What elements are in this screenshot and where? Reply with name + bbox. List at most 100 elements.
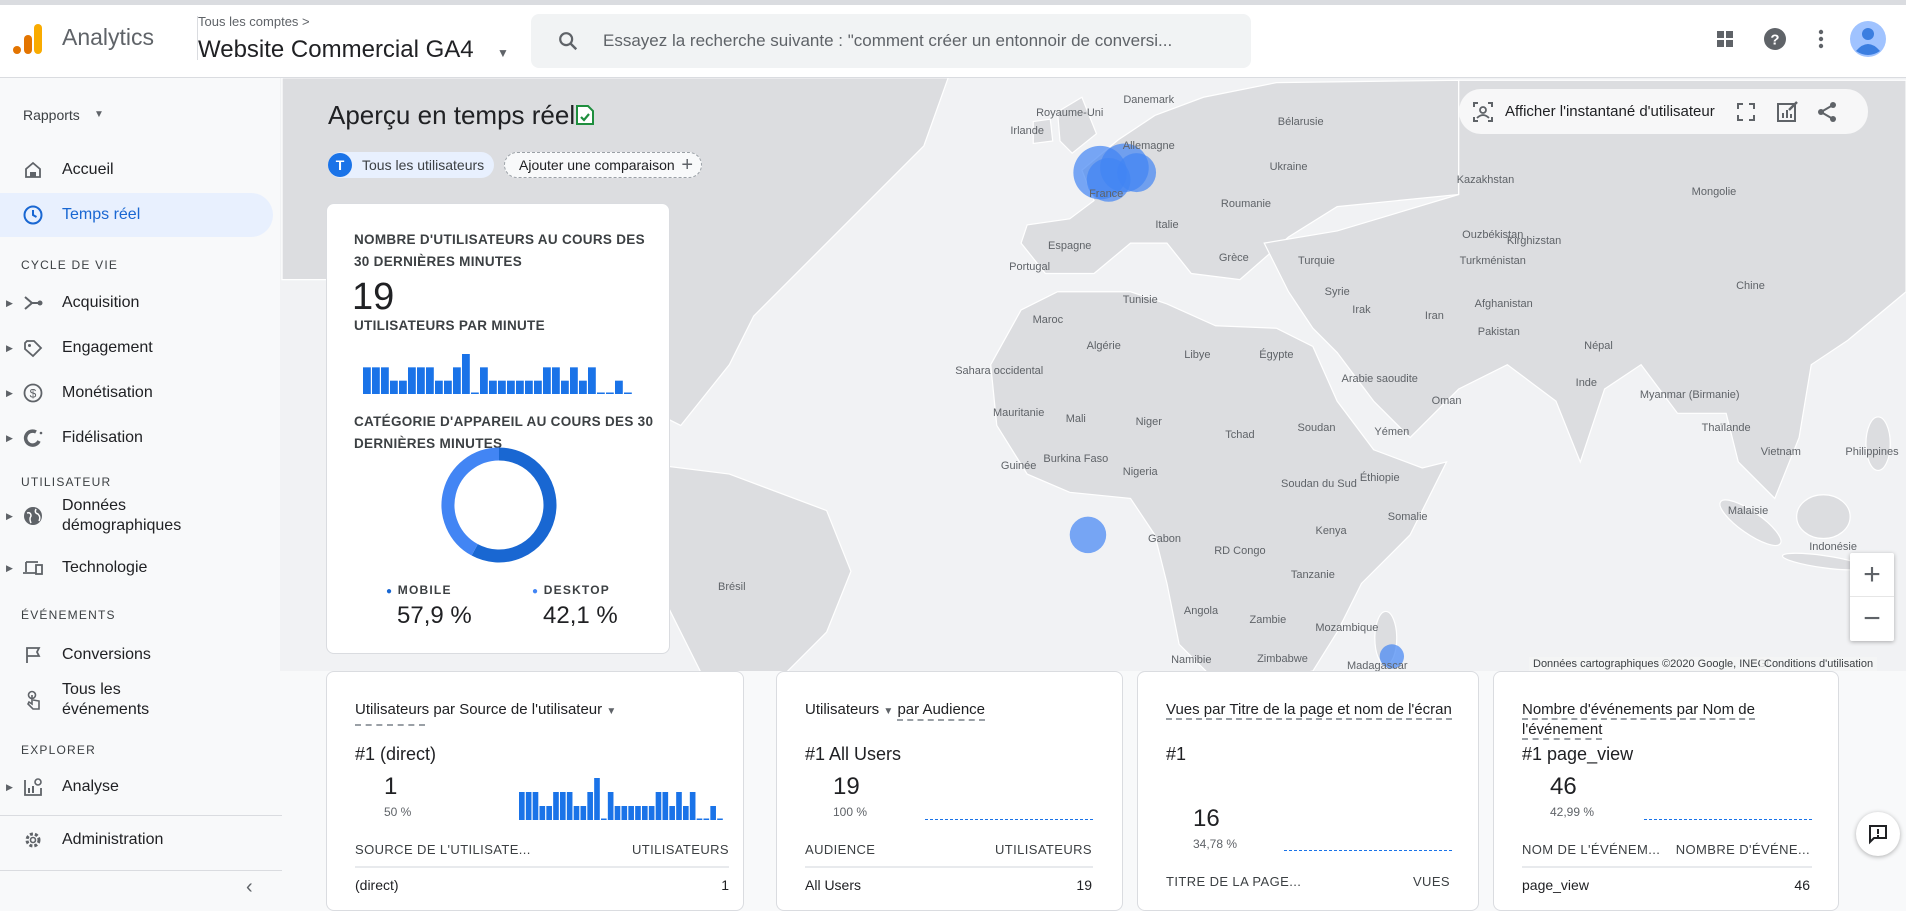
sidebar-item-monetisation[interactable]: ▶ $ Monétisation (0, 371, 273, 415)
users-per-minute-chart[interactable] (363, 354, 633, 394)
users-per-minute-bar[interactable] (588, 367, 596, 394)
share-icon[interactable] (1815, 100, 1839, 124)
col-header-views[interactable]: VUES (1413, 874, 1450, 889)
users-per-minute-bar[interactable] (426, 367, 434, 394)
account-breadcrumb[interactable]: Tous les comptes > (198, 14, 310, 29)
sidebar-item-acquisition[interactable]: ▶ Acquisition (0, 281, 273, 325)
search-bar[interactable] (531, 14, 1251, 68)
users-per-minute-bar[interactable] (507, 380, 515, 394)
users-per-minute-bar[interactable] (607, 792, 614, 820)
users-per-minute-bar[interactable] (628, 806, 634, 820)
col-header-users[interactable]: UTILISATEURS (995, 842, 1092, 857)
users-per-minute-bar[interactable] (710, 806, 716, 820)
customize-report-icon[interactable] (1775, 100, 1799, 124)
card-title[interactable]: Nombre d'événements par Nom de l'événeme… (1522, 700, 1812, 740)
users-per-minute-bar[interactable] (539, 806, 546, 820)
users-per-minute-bar[interactable] (573, 806, 580, 820)
users-per-minute-bar[interactable] (498, 380, 506, 394)
user-snapshot-icon[interactable] (1471, 100, 1495, 124)
users-per-minute-bar[interactable] (363, 367, 371, 394)
users-per-minute-bar[interactable] (435, 380, 443, 394)
sidebar-item-conversions[interactable]: Conversions (0, 633, 273, 677)
zoom-in-button[interactable]: + (1850, 553, 1894, 597)
users-per-minute-bar[interactable] (471, 392, 479, 395)
users-per-minute-bar[interactable] (624, 392, 632, 395)
users-per-minute-bar[interactable] (597, 392, 605, 395)
reports-dropdown[interactable]: Rapports (23, 107, 80, 123)
users-per-minute-bar[interactable] (655, 792, 662, 820)
users-per-minute-bar[interactable] (683, 806, 689, 820)
add-comparison-button[interactable]: Ajouter une comparaison + (504, 152, 702, 178)
sidebar-item-technologie[interactable]: ▶ Technologie (0, 546, 273, 590)
expand-arrow-icon[interactable]: ▶ (6, 343, 13, 354)
expand-arrow-icon[interactable]: ▶ (6, 782, 13, 793)
sidebar-item-administration[interactable]: Administration (0, 818, 273, 862)
users-per-minute-bar[interactable] (552, 367, 560, 394)
col-header-users[interactable]: UTILISATEURS (632, 842, 729, 857)
verified-report-icon[interactable] (575, 104, 595, 126)
card-title[interactable]: Vues par Titre de la page et nom de l'éc… (1166, 700, 1456, 720)
users-per-minute-bar[interactable] (489, 380, 497, 394)
feedback-button[interactable] (1856, 812, 1900, 856)
users-per-minute-bar[interactable] (408, 367, 416, 394)
users-per-minute-bar[interactable] (606, 392, 614, 395)
sidebar-item-temps-reel[interactable]: Temps réel (0, 193, 273, 237)
sidebar-item-tous-les-evenements[interactable]: Tous les événements (0, 675, 273, 725)
users-per-minute-bar[interactable] (543, 367, 551, 394)
users-per-minute-bar[interactable] (444, 380, 452, 394)
caret-down-icon[interactable]: ▼ (497, 46, 509, 60)
users-per-minute-bar[interactable] (570, 367, 578, 394)
users-per-minute-bar[interactable] (399, 380, 407, 394)
sidebar-item-accueil[interactable]: Accueil (0, 148, 273, 192)
users-per-minute-bar[interactable] (648, 806, 655, 820)
card-title[interactable]: Utilisateurs par Source de l'utilisateur… (355, 700, 616, 726)
expand-arrow-icon[interactable]: ▶ (6, 511, 13, 522)
users-per-minute-bar[interactable] (566, 792, 573, 820)
sidebar-item-donnees-demographiques[interactable]: ▶ Données démographiques (0, 491, 273, 541)
users-per-minute-bar[interactable] (381, 367, 389, 394)
col-header-event-name[interactable]: NOM DE L'ÉVÉNEM... (1522, 842, 1660, 857)
users-per-minute-bar[interactable] (546, 806, 552, 820)
users-per-minute-bar[interactable] (480, 367, 488, 394)
zoom-out-button[interactable]: − (1850, 597, 1894, 641)
users-per-minute-bar[interactable] (561, 380, 569, 394)
users-per-minute-bar[interactable] (560, 792, 566, 820)
users-per-minute-bar[interactable] (662, 792, 669, 820)
caret-down-icon[interactable]: ▼ (94, 109, 104, 120)
users-per-minute-bar[interactable] (703, 818, 710, 821)
users-per-minute-bar[interactable] (676, 792, 682, 820)
map-terms-link[interactable]: Conditions d'utilisation (1760, 657, 1878, 671)
users-per-minute-bar[interactable] (390, 380, 398, 394)
analytics-logo-icon[interactable] (12, 22, 44, 56)
users-per-minute-bar[interactable] (696, 818, 703, 821)
users-per-minute-bar[interactable] (519, 792, 525, 820)
users-per-minute-bar[interactable] (669, 806, 675, 820)
col-header-event-count[interactable]: NOMBRE D'ÉVÉNE... (1676, 842, 1810, 857)
sidebar-item-fidelisation[interactable]: ▶ Fidélisation (0, 416, 273, 460)
more-vert-icon[interactable] (1808, 26, 1834, 52)
all-users-chip[interactable]: T Tous les utilisateurs (328, 152, 494, 178)
users-per-minute-bar[interactable] (525, 380, 533, 394)
users-per-minute-bar[interactable] (614, 806, 621, 820)
search-input[interactable] (603, 14, 1233, 68)
apps-grid-icon[interactable] (1712, 26, 1738, 52)
users-per-minute-bar[interactable] (621, 806, 628, 820)
sidebar-item-analyse[interactable]: ▶ Analyse (0, 765, 273, 809)
users-per-minute-bar[interactable] (579, 380, 587, 394)
users-per-minute-bar[interactable] (601, 818, 607, 821)
col-header-page-title[interactable]: TITRE DE LA PAGE... (1166, 874, 1301, 889)
property-selector[interactable]: Website Commercial GA4 (198, 36, 474, 64)
col-header-source[interactable]: SOURCE DE L'UTILISATE... (355, 842, 531, 857)
users-per-minute-bar[interactable] (372, 367, 380, 394)
users-per-minute-bar[interactable] (534, 380, 542, 394)
avatar[interactable] (1850, 21, 1886, 57)
donut-slice-desktop[interactable] (441, 447, 500, 556)
expand-arrow-icon[interactable]: ▶ (6, 388, 13, 399)
users-per-minute-bar[interactable] (642, 806, 648, 820)
col-header-audience[interactable]: AUDIENCE (805, 842, 875, 857)
fullscreen-icon[interactable] (1735, 101, 1757, 123)
snapshot-button[interactable]: Afficher l'instantané d'utilisateur (1505, 103, 1715, 120)
device-donut-chart[interactable] (439, 445, 559, 565)
users-per-minute-bar[interactable] (689, 792, 696, 820)
users-per-minute-bar[interactable] (717, 818, 723, 821)
